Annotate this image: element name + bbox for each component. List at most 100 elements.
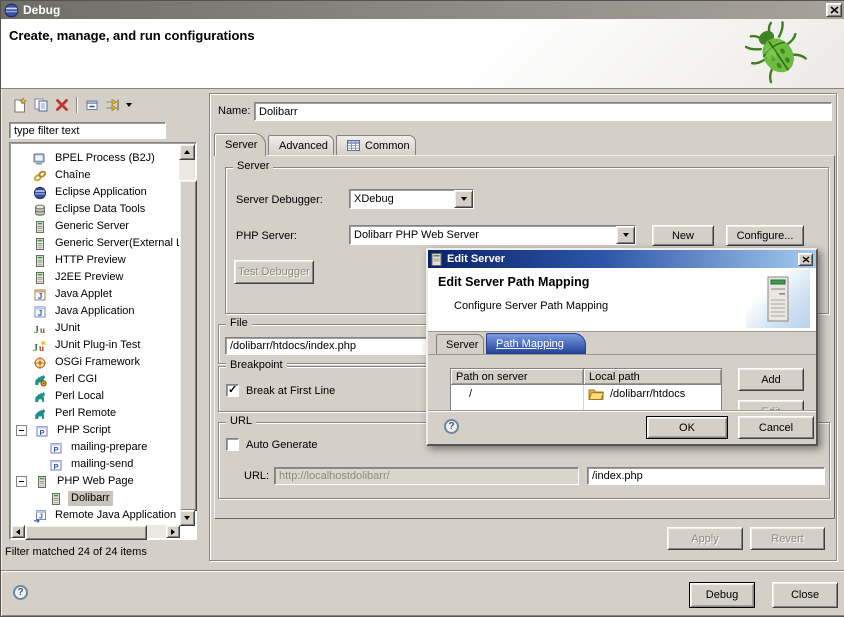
url-path-input[interactable] bbox=[587, 467, 825, 485]
help-icon[interactable]: ? bbox=[444, 419, 459, 434]
configuration-name-input[interactable] bbox=[254, 102, 832, 121]
svg-text:P: P bbox=[53, 444, 58, 453]
apply-button[interactable]: Apply bbox=[667, 527, 743, 550]
tree-item-label: Perl Local bbox=[52, 389, 107, 404]
test-debugger-button[interactable]: Test Debugger bbox=[234, 260, 314, 284]
dropdown-button[interactable] bbox=[454, 190, 473, 208]
tree-item[interactable]: JuJUnit Plug-in Test bbox=[11, 337, 179, 354]
folder-icon bbox=[588, 388, 604, 400]
dialog-close-button[interactable] bbox=[798, 253, 813, 266]
ok-button[interactable]: OK bbox=[646, 416, 728, 439]
column-path-on-server[interactable]: Path on server bbox=[451, 369, 584, 385]
tree-item[interactable]: JJava Application bbox=[11, 303, 179, 320]
tree-item[interactable]: BPEL Process (B2J) bbox=[11, 150, 179, 167]
scroll-down-button[interactable] bbox=[179, 510, 195, 526]
junit-icon: Ju bbox=[33, 322, 47, 336]
tree-item[interactable]: Perl CGI bbox=[11, 371, 179, 388]
edit-server-dialog: Edit Server Edit Server Path Mapping Con… bbox=[426, 248, 818, 446]
help-icon[interactable]: ? bbox=[13, 585, 28, 600]
new-configuration-button[interactable] bbox=[9, 96, 30, 115]
path-mapping-table[interactable]: Path on server Local path / /dolibarr/ht… bbox=[450, 368, 722, 414]
bpel-process-icon bbox=[33, 152, 47, 166]
tree-item[interactable]: J2EE Preview bbox=[11, 269, 179, 286]
delete-configuration-button[interactable] bbox=[51, 96, 72, 115]
filter-menu-dropdown[interactable] bbox=[123, 96, 135, 115]
java-applet-icon: J bbox=[33, 288, 47, 302]
tree-horizontal-scrollbar[interactable] bbox=[11, 525, 180, 538]
arrow-up-icon bbox=[184, 150, 190, 154]
server-group-legend: Server bbox=[233, 160, 273, 172]
tab-advanced[interactable]: Advanced bbox=[268, 135, 334, 155]
tree-vertical-scrollbar[interactable] bbox=[179, 144, 195, 526]
new-server-button[interactable]: New bbox=[652, 225, 714, 246]
collapse-all-button[interactable] bbox=[81, 96, 102, 115]
cancel-button[interactable]: Cancel bbox=[738, 416, 814, 439]
tree-item[interactable]: Perl Remote bbox=[11, 405, 179, 422]
cell-path-on-server: / bbox=[451, 385, 584, 403]
server-debugger-select[interactable]: XDebug bbox=[349, 189, 474, 209]
expander-minus-icon[interactable] bbox=[16, 425, 27, 436]
tab-common[interactable]: Common bbox=[336, 135, 416, 155]
tree-item[interactable]: Eclipse Data Tools bbox=[11, 201, 179, 218]
dropdown-button[interactable] bbox=[616, 226, 635, 244]
tree-item[interactable]: JJava Applet bbox=[11, 286, 179, 303]
filter-input[interactable] bbox=[9, 122, 166, 139]
scroll-right-button[interactable] bbox=[166, 525, 180, 538]
add-button-label: Add bbox=[761, 374, 781, 386]
column-local-path[interactable]: Local path bbox=[584, 369, 721, 385]
duplicate-configuration-button[interactable] bbox=[30, 96, 51, 115]
tree-item[interactable]: PHP Web Page bbox=[11, 473, 179, 490]
scroll-left-button[interactable] bbox=[11, 525, 25, 538]
window-titlebar[interactable]: Debug bbox=[1, 1, 844, 19]
tree-item[interactable]: OSGi Framework bbox=[11, 354, 179, 371]
tree-item[interactable]: Pmailing-send bbox=[11, 456, 179, 473]
arrow-right-icon bbox=[171, 529, 175, 535]
close-button[interactable]: Close bbox=[772, 582, 838, 608]
cell-local-path: /dolibarr/htdocs bbox=[584, 385, 721, 403]
debug-button[interactable]: Debug bbox=[689, 582, 755, 608]
tree-item[interactable]: Generic Server bbox=[11, 218, 179, 235]
table-row[interactable]: / /dolibarr/htdocs bbox=[451, 385, 721, 403]
tree-item[interactable]: Generic Server(External La bbox=[11, 235, 179, 252]
dialog-tab-server[interactable]: Server bbox=[436, 334, 484, 354]
revert-button[interactable]: Revert bbox=[750, 527, 825, 550]
break-first-line-checkbox[interactable] bbox=[226, 384, 239, 397]
tree-item[interactable]: P PHP Script bbox=[11, 422, 179, 439]
tree-item[interactable]: JRemote Java Application bbox=[11, 507, 179, 524]
php-script-icon: P bbox=[35, 424, 49, 438]
add-mapping-button[interactable]: Add bbox=[738, 368, 804, 391]
url-group-legend: URL bbox=[226, 415, 256, 427]
bug-icon bbox=[745, 19, 807, 85]
edit-server-titlebar[interactable]: Edit Server bbox=[428, 250, 816, 268]
tree-item-label: PHP Script bbox=[54, 423, 114, 438]
tab-advanced-label: Advanced bbox=[279, 140, 328, 152]
filter-launch-configurations-button[interactable] bbox=[102, 96, 123, 115]
php-script-icon: P bbox=[49, 441, 63, 455]
auto-generate-checkbox[interactable] bbox=[226, 438, 239, 451]
svg-text:u: u bbox=[40, 325, 45, 335]
tree-item[interactable]: JuJUnit bbox=[11, 320, 179, 337]
close-icon bbox=[802, 256, 810, 263]
php-server-select[interactable]: Dolibarr PHP Web Server bbox=[349, 225, 636, 245]
scroll-up-button[interactable] bbox=[179, 144, 195, 160]
tree-item-label: Eclipse Application bbox=[52, 185, 150, 200]
server-debugger-value: XDebug bbox=[350, 193, 454, 205]
vertical-scroll-thumb[interactable] bbox=[179, 180, 197, 511]
tab-server[interactable]: Server bbox=[214, 133, 266, 156]
dialog-tab-path-mapping[interactable]: Path Mapping bbox=[486, 333, 586, 354]
configure-server-button[interactable]: Configure... bbox=[726, 225, 804, 246]
base-url-input bbox=[274, 467, 579, 485]
tree-item[interactable]: Pmailing-prepare bbox=[11, 439, 179, 456]
expander-minus-icon[interactable] bbox=[16, 476, 27, 487]
window-close-button[interactable] bbox=[826, 3, 842, 17]
tree-item[interactable]: HTTP Preview bbox=[11, 252, 179, 269]
database-icon bbox=[33, 203, 47, 217]
tree-item[interactable]: Dolibarr bbox=[11, 490, 179, 507]
horizontal-scroll-thumb[interactable] bbox=[25, 525, 147, 540]
tree-item[interactable]: Eclipse Application bbox=[11, 184, 179, 201]
tree-item[interactable]: Chaîne bbox=[11, 167, 179, 184]
tree-item-label: mailing-prepare bbox=[68, 440, 150, 455]
name-label: Name: bbox=[218, 105, 250, 117]
tree-item[interactable]: Perl Local bbox=[11, 388, 179, 405]
debug-configurations-window: Debug Create, manage, and run configurat… bbox=[0, 0, 844, 617]
